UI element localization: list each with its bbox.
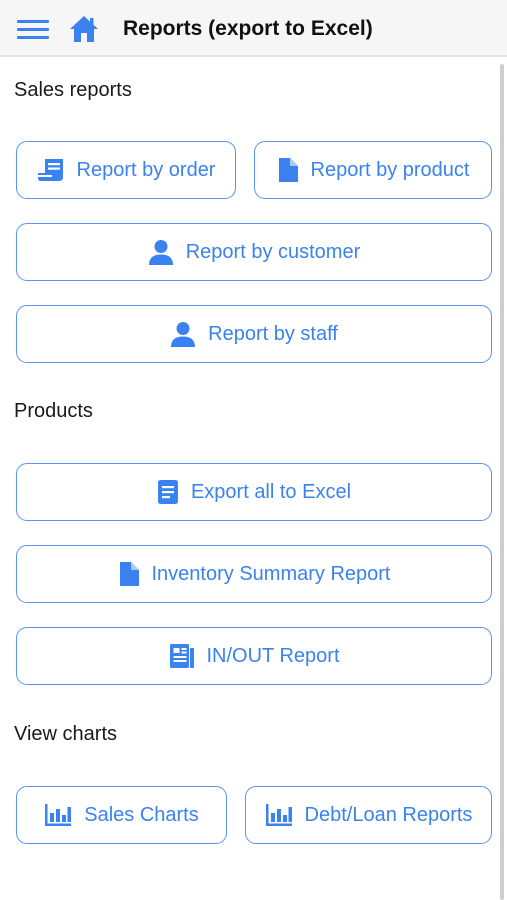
in-out-report-button[interactable]: IN/OUT Report — [16, 627, 492, 685]
page-title: Reports (export to Excel) — [123, 17, 373, 40]
bar-chart-icon — [44, 803, 72, 827]
inventory-summary-report-button[interactable]: Inventory Summary Report — [16, 545, 492, 603]
report-by-product-label: Report by product — [310, 158, 470, 181]
debt-loan-reports-label: Debt/Loan Reports — [304, 803, 473, 826]
home-icon[interactable] — [68, 13, 100, 45]
receipt-icon — [37, 157, 65, 183]
inventory-summary-report-label: Inventory Summary Report — [151, 562, 391, 585]
report-by-order-button[interactable]: Report by order — [16, 141, 236, 199]
section-title-view-charts: View charts — [14, 723, 118, 745]
report-by-customer-label: Report by customer — [185, 240, 361, 263]
report-by-customer-button[interactable]: Report by customer — [16, 223, 492, 281]
sales-charts-button[interactable]: Sales Charts — [16, 786, 227, 844]
hamburger-menu-icon[interactable] — [17, 20, 49, 40]
ledger-icon — [169, 643, 195, 669]
in-out-report-label: IN/OUT Report — [206, 644, 340, 667]
section-title-sales-reports: Sales reports — [14, 79, 132, 101]
person-icon — [170, 321, 196, 347]
bar-chart-icon — [265, 803, 293, 827]
export-all-to-excel-label: Export all to Excel — [190, 480, 352, 503]
export-all-to-excel-button[interactable]: Export all to Excel — [16, 463, 492, 521]
report-by-staff-button[interactable]: Report by staff — [16, 305, 492, 363]
debt-loan-reports-button[interactable]: Debt/Loan Reports — [245, 786, 492, 844]
sales-charts-label: Sales Charts — [84, 803, 199, 826]
document-icon — [277, 157, 299, 183]
report-by-order-label: Report by order — [76, 158, 216, 181]
document-icon — [118, 561, 140, 587]
app-header: Reports (export to Excel) — [0, 0, 507, 57]
report-by-staff-label: Report by staff — [208, 322, 338, 345]
document-lines-icon — [157, 479, 179, 505]
person-icon — [148, 239, 174, 265]
section-title-products: Products — [14, 400, 93, 422]
scrollbar[interactable] — [500, 64, 504, 900]
report-by-product-button[interactable]: Report by product — [254, 141, 492, 199]
